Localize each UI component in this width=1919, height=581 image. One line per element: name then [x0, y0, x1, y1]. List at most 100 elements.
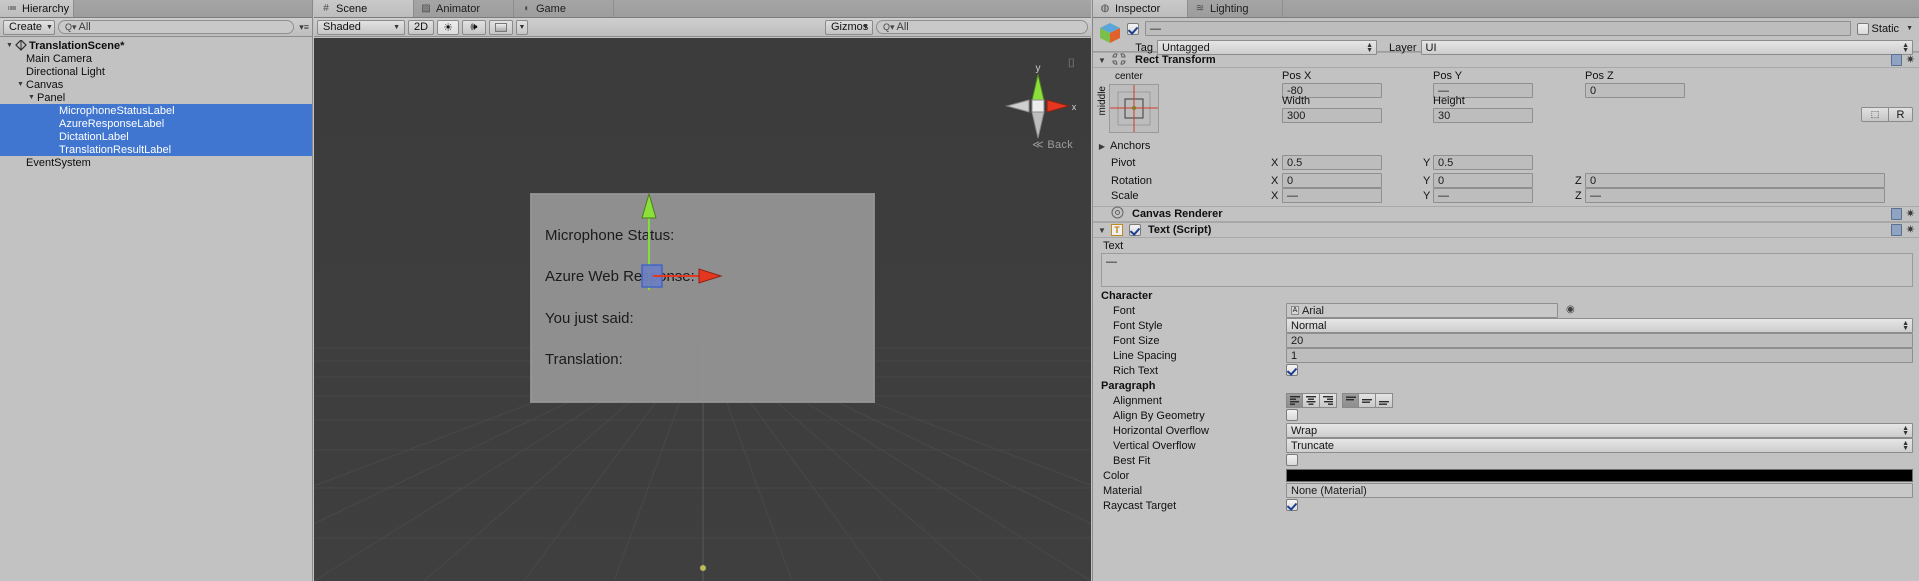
canvas-renderer-header[interactable]: Canvas Renderer ✷ — [1093, 206, 1919, 222]
anchor-preset-button[interactable] — [1109, 84, 1159, 133]
hierarchy-item-directionallight[interactable]: Directional Light — [0, 65, 312, 78]
hierarchy-item-azureresponselabel[interactable]: AzureResponseLabel — [0, 117, 312, 130]
tab-game[interactable]: ◖ Game — [514, 0, 614, 17]
scale-y-input[interactable]: — — [1433, 188, 1533, 203]
help-book-icon[interactable] — [1890, 224, 1902, 236]
scene-fx-dropdown[interactable]: ▼ — [516, 19, 528, 35]
foldout-arrow-icon[interactable]: ▼ — [15, 81, 26, 88]
blueprint-mode-button[interactable]: ⬚ — [1861, 107, 1889, 122]
scale-x-input[interactable]: — — [1282, 188, 1382, 203]
font-style-value: Normal — [1291, 319, 1327, 332]
scale-z-input[interactable]: — — [1585, 188, 1885, 203]
raw-edit-mode-button[interactable]: R — [1889, 107, 1913, 122]
foldout-arrow-icon[interactable]: ▼ — [4, 42, 15, 49]
tag-dropdown[interactable]: Untagged ▲ ▼ — [1157, 40, 1377, 55]
hierarchy-icon: ≔ — [7, 2, 17, 14]
scene-view-back-label[interactable]: ≪ Back — [1032, 138, 1073, 151]
scene-ui-panel[interactable]: Microphone Status: Azure Web Response: You… — [530, 192, 875, 403]
pivot-y-input[interactable]: 0.5 — [1433, 155, 1533, 170]
animator-icon: ▨ — [421, 2, 431, 14]
align-middle-button[interactable] — [1359, 393, 1376, 408]
static-checkbox[interactable] — [1856, 22, 1869, 35]
layer-dropdown[interactable]: UI ▲ ▼ — [1420, 40, 1913, 55]
blueprint-raw-toggle-group[interactable]: ⬚ R — [1861, 107, 1913, 122]
alignment-horizontal-group[interactable] — [1286, 393, 1337, 408]
tab-scene[interactable]: # Scene — [314, 0, 414, 17]
align-by-geometry-checkbox[interactable] — [1286, 409, 1298, 421]
create-button[interactable]: Create ▼ — [3, 19, 55, 35]
hierarchy-item-translationresultlabel[interactable]: TranslationResultLabel — [0, 143, 312, 156]
scene-lighting-toggle[interactable]: ☀ — [437, 19, 459, 35]
rich-text-checkbox[interactable] — [1286, 364, 1298, 376]
gear-icon[interactable]: ✷ — [1906, 224, 1915, 236]
foldout-arrow-icon[interactable]: ▼ — [1097, 56, 1107, 65]
toggle-2d-button[interactable]: 2D — [408, 19, 434, 35]
tabbar-filler — [614, 0, 1091, 17]
hierarchy-search-input[interactable]: Q▾ All — [58, 20, 294, 34]
hierarchy-item-eventsystem[interactable]: EventSystem — [0, 156, 312, 169]
hierarchy-item-microphonestatuslabel[interactable]: MicrophoneStatusLabel — [0, 104, 312, 117]
hierarchy-item-panel[interactable]: ▼ Panel — [0, 91, 312, 104]
color-swatch-field[interactable] — [1286, 469, 1913, 482]
foldout-arrow-icon[interactable]: ▼ — [26, 94, 37, 101]
font-object-field[interactable]: A Arial — [1286, 303, 1558, 318]
gameobject-enabled-checkbox[interactable] — [1127, 22, 1139, 35]
material-object-field[interactable]: None (Material) — [1286, 483, 1913, 498]
align-right-button[interactable] — [1320, 393, 1337, 408]
width-label: Width — [1282, 95, 1311, 107]
rotation-x-input[interactable]: 0 — [1282, 173, 1382, 188]
static-toggle[interactable]: Static ▼ — [1856, 22, 1913, 35]
foldout-arrow-icon[interactable]: ▶ — [1097, 142, 1107, 151]
hierarchy-item-dictationlabel[interactable]: DictationLabel — [0, 130, 312, 143]
gear-icon[interactable]: ✷ — [1906, 54, 1915, 66]
text-script-enabled-checkbox[interactable] — [1129, 224, 1141, 236]
scene-audio-toggle[interactable]: 🕪 — [462, 19, 486, 35]
font-style-dropdown[interactable]: Normal ▲ ▼ — [1286, 318, 1913, 333]
hierarchy-options-icon[interactable]: ▾≡ — [299, 22, 309, 33]
rotation-y-input[interactable]: 0 — [1433, 173, 1533, 188]
align-center-button[interactable] — [1303, 393, 1320, 408]
tab-lighting[interactable]: ≋ Lighting — [1188, 0, 1283, 17]
align-bottom-button[interactable] — [1376, 393, 1393, 408]
gameobject-name-input[interactable]: — — [1145, 21, 1851, 36]
foldout-arrow-icon[interactable]: ▼ — [1097, 226, 1107, 235]
text-script-header[interactable]: ▼ T Text (Script) ✷ — [1093, 222, 1919, 238]
tab-hierarchy[interactable]: ≔ Hierarchy — [0, 0, 75, 17]
text-field-input[interactable]: — — [1101, 253, 1913, 287]
updown-icon: ▲ ▼ — [1902, 320, 1909, 332]
font-size-input[interactable]: 20 — [1286, 333, 1913, 348]
font-picker-icon[interactable]: ◉ — [1566, 304, 1575, 315]
height-input[interactable]: 30 — [1433, 108, 1533, 123]
scene-orientation-gizmo[interactable]: y x — [999, 58, 1077, 150]
anchors-foldout[interactable]: ▶ Anchors — [1097, 140, 1150, 152]
scene-viewport[interactable]: Microphone Status: Azure Web Response: You… — [314, 38, 1091, 581]
tab-animator[interactable]: ▨ Animator — [414, 0, 514, 17]
scene-search-input[interactable]: Q▾ All — [876, 20, 1088, 34]
alignment-vertical-group[interactable] — [1342, 393, 1393, 408]
pivot-x-input[interactable]: 0.5 — [1282, 155, 1382, 170]
best-fit-checkbox[interactable] — [1286, 454, 1298, 466]
draw-mode-dropdown[interactable]: Shaded ▼ — [317, 19, 405, 35]
gear-icon[interactable]: ✷ — [1906, 208, 1915, 220]
help-book-icon[interactable] — [1890, 54, 1902, 66]
help-book-icon[interactable] — [1890, 208, 1902, 220]
tab-inspector[interactable]: ◍ Inspector — [1093, 0, 1188, 17]
align-top-button[interactable] — [1342, 393, 1359, 408]
tag-label: Tag — [1135, 41, 1153, 54]
raycast-target-checkbox[interactable] — [1286, 499, 1298, 511]
horizontal-overflow-dropdown[interactable]: Wrap ▲ ▼ — [1286, 423, 1913, 438]
pos-z-input[interactable]: 0 — [1585, 83, 1685, 98]
hierarchy-item-translationscene[interactable]: ▼ TranslationScene* — [0, 39, 312, 52]
hierarchy-item-label: TranslationScene* — [29, 39, 125, 52]
vertical-overflow-value: Truncate — [1291, 439, 1335, 452]
align-left-button[interactable] — [1286, 393, 1303, 408]
tab-label: Lighting — [1210, 2, 1249, 15]
line-spacing-input[interactable]: 1 — [1286, 348, 1913, 363]
width-input[interactable]: 300 — [1282, 108, 1382, 123]
rotation-z-input[interactable]: 0 — [1585, 173, 1885, 188]
vertical-overflow-dropdown[interactable]: Truncate ▲ ▼ — [1286, 438, 1913, 453]
scene-fx-toggle[interactable] — [489, 19, 513, 35]
hierarchy-item-maincamera[interactable]: Main Camera — [0, 52, 312, 65]
gizmos-dropdown[interactable]: Gizmos ▼ — [825, 19, 873, 35]
hierarchy-item-canvas[interactable]: ▼ Canvas — [0, 78, 312, 91]
